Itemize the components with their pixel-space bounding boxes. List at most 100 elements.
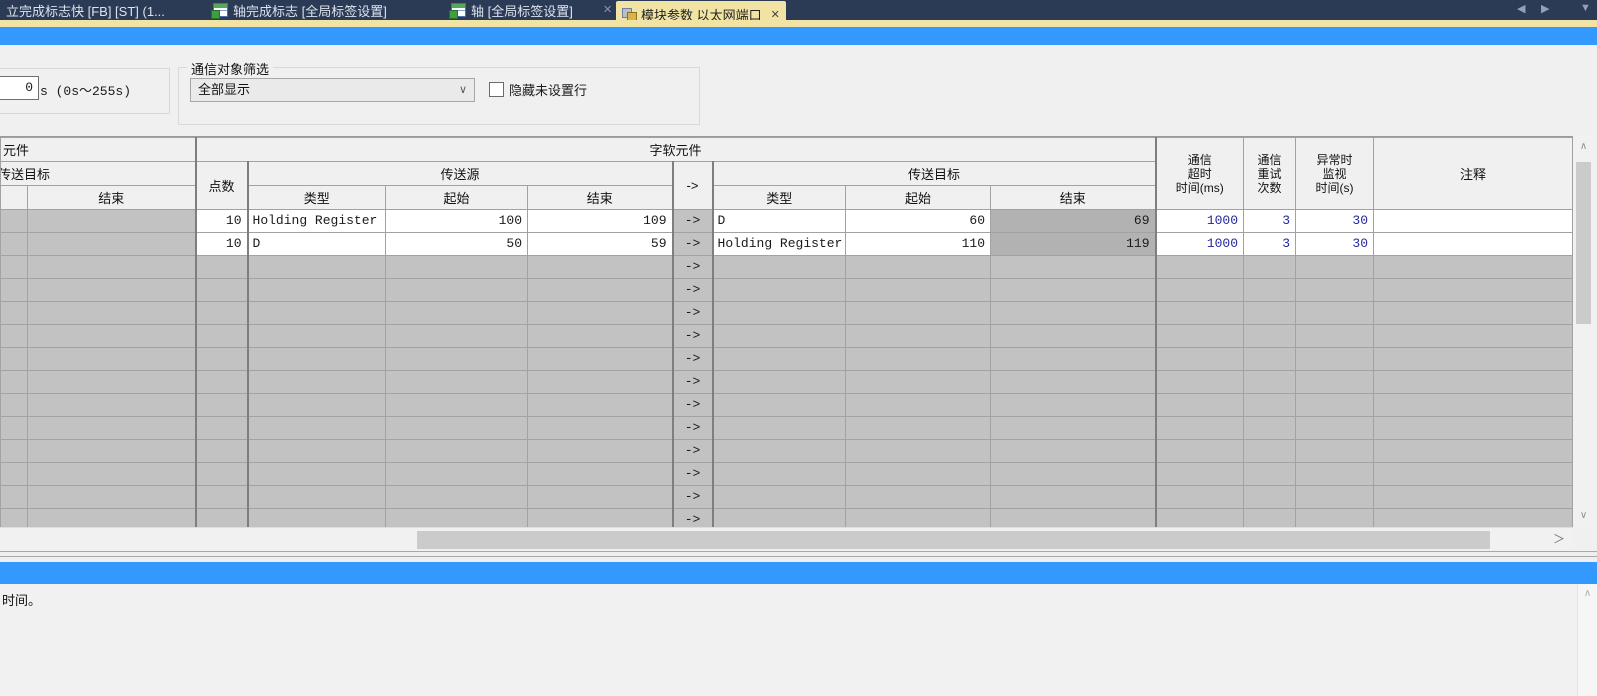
- cell-comment[interactable]: [1374, 394, 1573, 417]
- cell-dst-end[interactable]: 69: [991, 210, 1156, 233]
- cell-watch[interactable]: [1296, 325, 1374, 348]
- cell-timeout[interactable]: [1156, 463, 1244, 486]
- cell-watch[interactable]: [1296, 394, 1374, 417]
- cell-src-end[interactable]: [528, 302, 673, 325]
- cell-dst-type[interactable]: [713, 486, 846, 509]
- cell-retry[interactable]: [1244, 463, 1296, 486]
- cell-comment[interactable]: [1374, 509, 1573, 528]
- cell-retry[interactable]: [1244, 417, 1296, 440]
- cell-src-type[interactable]: [248, 463, 386, 486]
- cell-src-start[interactable]: [386, 440, 528, 463]
- cell-retry[interactable]: [1244, 348, 1296, 371]
- cell-src-end[interactable]: [528, 509, 673, 528]
- cell-cut[interactable]: [1, 256, 28, 279]
- cell-bit-end[interactable]: [28, 371, 196, 394]
- cell-dst-start[interactable]: [846, 256, 991, 279]
- cell-src-start[interactable]: [386, 509, 528, 528]
- cell-cut[interactable]: [1, 302, 28, 325]
- cell-retry[interactable]: [1244, 302, 1296, 325]
- cell-src-end[interactable]: [528, 486, 673, 509]
- cell-dst-end[interactable]: 119: [991, 233, 1156, 256]
- cell-arrow[interactable]: ->: [673, 371, 713, 394]
- cell-dst-start[interactable]: 110: [846, 233, 991, 256]
- cell-comment[interactable]: [1374, 210, 1573, 233]
- cell-points[interactable]: [196, 256, 248, 279]
- cell-src-start[interactable]: [386, 371, 528, 394]
- cell-src-end[interactable]: [528, 417, 673, 440]
- cell-dst-type[interactable]: [713, 440, 846, 463]
- cell-comment[interactable]: [1374, 256, 1573, 279]
- cell-arrow[interactable]: ->: [673, 509, 713, 528]
- cell-bit-end[interactable]: [28, 279, 196, 302]
- cell-src-end[interactable]: 109: [528, 210, 673, 233]
- cell-dst-end[interactable]: [991, 417, 1156, 440]
- cell-points[interactable]: [196, 302, 248, 325]
- cell-timeout[interactable]: [1156, 279, 1244, 302]
- cell-points[interactable]: 10: [196, 210, 248, 233]
- cell-dst-start[interactable]: 60: [846, 210, 991, 233]
- cell-bit-end[interactable]: [28, 394, 196, 417]
- cell-dst-type[interactable]: [713, 509, 846, 528]
- tab-list-menu-icon[interactable]: ▼: [1580, 2, 1591, 14]
- scroll-up-icon[interactable]: ∧: [1574, 141, 1593, 152]
- cell-dst-start[interactable]: [846, 348, 991, 371]
- cell-src-start[interactable]: [386, 417, 528, 440]
- cell-comment[interactable]: [1374, 348, 1573, 371]
- cell-bit-end[interactable]: [28, 440, 196, 463]
- cell-src-type[interactable]: [248, 394, 386, 417]
- cell-comment[interactable]: [1374, 302, 1573, 325]
- cell-watch[interactable]: [1296, 486, 1374, 509]
- cell-dst-type[interactable]: Holding Register: [713, 233, 846, 256]
- cell-retry[interactable]: 3: [1244, 233, 1296, 256]
- cell-comment[interactable]: [1374, 279, 1573, 302]
- cell-cut[interactable]: [1, 325, 28, 348]
- cell-dst-end[interactable]: [991, 279, 1156, 302]
- cell-retry[interactable]: [1244, 486, 1296, 509]
- cell-cut[interactable]: [1, 394, 28, 417]
- cell-cut[interactable]: [1, 509, 28, 528]
- cell-src-type[interactable]: [248, 417, 386, 440]
- tab-scroll-left-icon[interactable]: ◀: [1517, 2, 1525, 15]
- tab-axis-complete-flag[interactable]: 轴完成标志 [全局标签设置]: [207, 0, 393, 20]
- cell-bit-end[interactable]: [28, 256, 196, 279]
- cell-bit-end[interactable]: [28, 463, 196, 486]
- cell-timeout[interactable]: [1156, 486, 1244, 509]
- cell-arrow[interactable]: ->: [673, 233, 713, 256]
- cell-dst-start[interactable]: [846, 394, 991, 417]
- description-scroll-track[interactable]: [1578, 584, 1597, 696]
- cell-watch[interactable]: [1296, 417, 1374, 440]
- cell-cut[interactable]: [1, 371, 28, 394]
- cell-arrow[interactable]: ->: [673, 486, 713, 509]
- cell-retry[interactable]: [1244, 394, 1296, 417]
- cell-points[interactable]: [196, 371, 248, 394]
- timeout-input[interactable]: 0: [0, 76, 39, 100]
- cell-timeout[interactable]: [1156, 417, 1244, 440]
- hide-unset-rows-checkbox[interactable]: [489, 82, 504, 97]
- cell-src-type[interactable]: [248, 302, 386, 325]
- cell-src-type[interactable]: [248, 371, 386, 394]
- cell-cut[interactable]: [1, 348, 28, 371]
- cell-src-end[interactable]: [528, 279, 673, 302]
- cell-dst-end[interactable]: [991, 486, 1156, 509]
- cell-points[interactable]: [196, 440, 248, 463]
- cell-watch[interactable]: 30: [1296, 233, 1374, 256]
- cell-arrow[interactable]: ->: [673, 440, 713, 463]
- cell-dst-type[interactable]: D: [713, 210, 846, 233]
- cell-dst-type[interactable]: [713, 279, 846, 302]
- cell-dst-end[interactable]: [991, 302, 1156, 325]
- cell-points[interactable]: [196, 486, 248, 509]
- cell-arrow[interactable]: ->: [673, 279, 713, 302]
- cell-cut[interactable]: [1, 417, 28, 440]
- cell-dst-type[interactable]: [713, 394, 846, 417]
- cell-dst-end[interactable]: [991, 463, 1156, 486]
- cell-arrow[interactable]: ->: [673, 256, 713, 279]
- cell-retry[interactable]: [1244, 371, 1296, 394]
- cell-bit-end[interactable]: [28, 233, 196, 256]
- cell-points[interactable]: [196, 509, 248, 528]
- cell-watch[interactable]: [1296, 463, 1374, 486]
- cell-src-start[interactable]: [386, 279, 528, 302]
- cell-src-start[interactable]: [386, 394, 528, 417]
- cell-comment[interactable]: [1374, 233, 1573, 256]
- cell-dst-start[interactable]: [846, 440, 991, 463]
- horizontal-scrollbar[interactable]: ＞: [0, 527, 1573, 550]
